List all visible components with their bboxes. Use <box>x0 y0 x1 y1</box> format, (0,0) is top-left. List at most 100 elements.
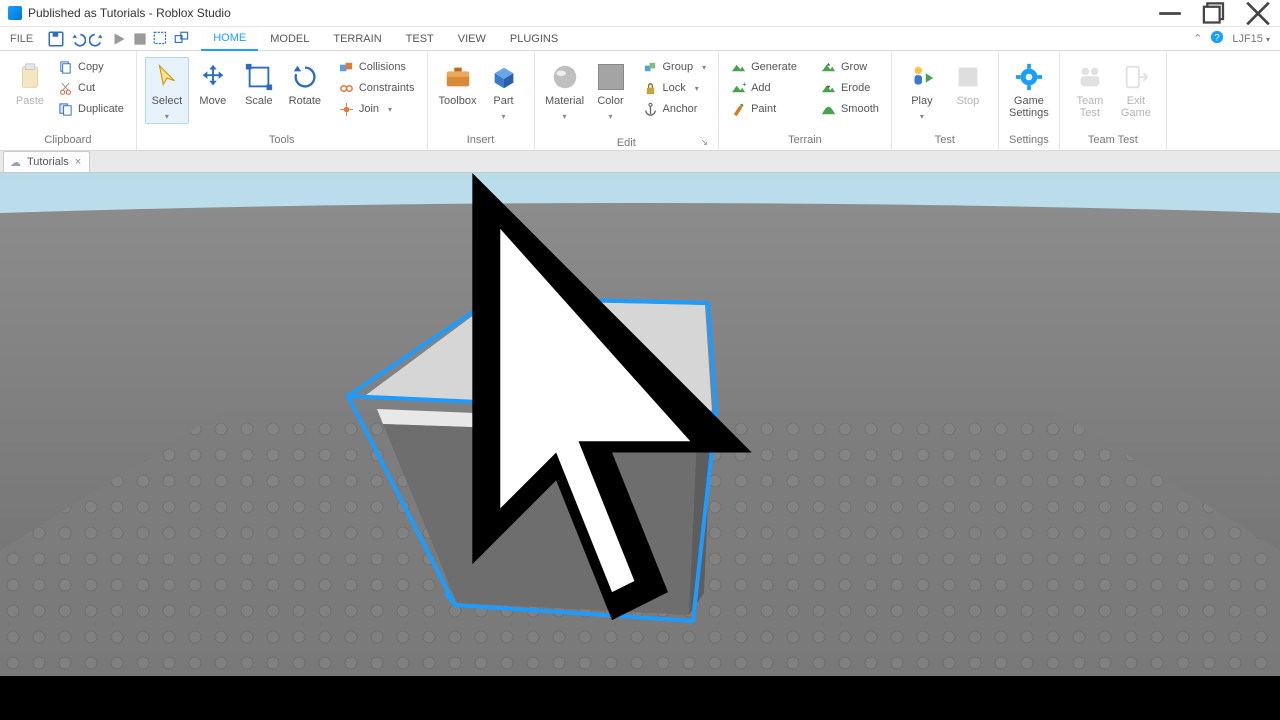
qat-group-icon[interactable] <box>173 30 191 48</box>
color-button[interactable]: Color ▾ <box>589 57 633 124</box>
close-button[interactable] <box>1236 0 1280 27</box>
move-icon <box>198 62 228 92</box>
group-label-settings: Settings <box>1007 132 1051 148</box>
help-icon[interactable]: ? <box>1210 30 1224 47</box>
qat-redo-icon[interactable] <box>89 30 107 48</box>
scale-label: Scale <box>245 96 273 108</box>
lock-label: Lock <box>663 82 686 94</box>
rotate-icon <box>290 62 320 92</box>
group-label-clipboard: Clipboard <box>8 132 128 148</box>
move-button[interactable]: Move <box>191 57 235 111</box>
grow-icon <box>821 60 836 75</box>
smooth-icon <box>821 102 836 117</box>
user-label: LJF15 <box>1232 33 1263 45</box>
menubar: FILE HOME MODEL TERRAIN TEST VIEW PLUGIN… <box>0 27 1280 51</box>
edit-launcher-icon[interactable]: ↘ <box>543 137 711 148</box>
game-settings-button[interactable]: GameSettings <box>1007 57 1051 122</box>
group-icon <box>643 60 658 75</box>
color-label: Color <box>597 96 623 108</box>
group-label-test: Test <box>900 132 990 148</box>
ribbon: Paste Copy Cut Duplicate <box>0 51 1280 151</box>
qat-stop-icon[interactable] <box>131 30 149 48</box>
anchor-icon <box>643 102 658 117</box>
window-title: Published as Tutorials - Roblox Studio <box>28 6 231 20</box>
ribbon-group-terrain: Generate +Add Paint Grow Erode Smooth Te… <box>719 51 892 150</box>
join-button[interactable]: Join <box>335 99 419 119</box>
cut-button[interactable]: Cut <box>54 78 128 98</box>
qat-save-icon[interactable] <box>47 30 65 48</box>
close-tab-icon[interactable]: × <box>75 156 81 168</box>
join-icon <box>339 102 354 117</box>
game-settings-label-2: Settings <box>1009 107 1049 119</box>
svg-text:+: + <box>742 81 746 89</box>
qat-play-icon[interactable] <box>110 30 128 48</box>
collapse-ribbon-icon[interactable]: ⌃ <box>1193 32 1202 45</box>
constraints-label: Constraints <box>359 82 415 94</box>
duplicate-button[interactable]: Duplicate <box>54 99 128 119</box>
constraints-icon <box>339 81 354 96</box>
viewport-3d[interactable] <box>0 173 1280 676</box>
select-label: Select <box>152 96 183 108</box>
erode-label: Erode <box>841 82 870 94</box>
qat-undo-icon[interactable] <box>68 30 86 48</box>
paste-button[interactable]: Paste <box>8 57 52 111</box>
part-button[interactable]: Part ▾ <box>482 57 526 124</box>
tab-model[interactable]: MODEL <box>258 27 321 50</box>
ribbon-group-insert: Toolbox Part ▾ Insert <box>428 51 535 150</box>
duplicate-icon <box>58 102 73 117</box>
stop-button[interactable]: Stop <box>946 57 990 111</box>
paste-icon <box>15 62 45 92</box>
toolbox-label: Toolbox <box>439 96 477 108</box>
document-tab[interactable]: ☁ Tutorials × <box>3 151 90 172</box>
paint-button[interactable]: Paint <box>727 99 801 119</box>
tab-terrain[interactable]: TERRAIN <box>321 27 393 50</box>
maximize-button[interactable] <box>1192 0 1236 27</box>
ribbon-group-tools: Select ▾ Move Scale Rotate <box>137 51 428 150</box>
grow-button[interactable]: Grow <box>817 57 883 77</box>
qat-select-icon[interactable] <box>152 30 170 48</box>
erode-icon <box>821 81 836 96</box>
cut-icon <box>58 81 73 96</box>
minimize-button[interactable] <box>1148 0 1192 27</box>
document-tab-label: Tutorials <box>27 156 69 168</box>
tab-test[interactable]: TEST <box>394 27 446 50</box>
erode-button[interactable]: Erode <box>817 78 883 98</box>
tab-plugins[interactable]: PLUGINS <box>498 27 570 50</box>
select-button[interactable]: Select ▾ <box>145 57 189 124</box>
toolbox-button[interactable]: Toolbox <box>436 57 480 111</box>
scale-icon <box>244 62 274 92</box>
smooth-label: Smooth <box>841 103 879 115</box>
select-icon <box>152 62 182 92</box>
tab-view[interactable]: VIEW <box>446 27 498 50</box>
user-menu[interactable]: LJF15 ▾ <box>1232 33 1270 45</box>
file-menu[interactable]: FILE <box>0 27 43 50</box>
mouse-cursor-icon <box>0 173 1280 676</box>
team-test-button[interactable]: TeamTest <box>1068 57 1112 122</box>
lock-button[interactable]: Lock <box>639 78 711 98</box>
anchor-button[interactable]: Anchor <box>639 99 711 119</box>
play-icon <box>907 62 937 92</box>
cut-label: Cut <box>78 82 95 94</box>
exit-game-button[interactable]: ExitGame <box>1114 57 1158 122</box>
tab-home[interactable]: HOME <box>201 27 258 51</box>
anchor-label: Anchor <box>663 103 698 115</box>
quick-access-toolbar <box>43 30 195 48</box>
group-button[interactable]: Group <box>639 57 711 77</box>
collisions-button[interactable]: Collisions <box>335 57 419 77</box>
duplicate-label: Duplicate <box>78 103 124 115</box>
team-test-icon <box>1075 62 1105 92</box>
copy-button[interactable]: Copy <box>54 57 128 77</box>
constraints-button[interactable]: Constraints <box>335 78 419 98</box>
scale-button[interactable]: Scale <box>237 57 281 111</box>
rotate-button[interactable]: Rotate <box>283 57 327 111</box>
play-button[interactable]: Play ▾ <box>900 57 944 124</box>
generate-button[interactable]: Generate <box>727 57 801 77</box>
play-label: Play <box>911 96 932 108</box>
ribbon-tabs: HOME MODEL TERRAIN TEST VIEW PLUGINS <box>201 27 570 50</box>
material-button[interactable]: Material ▾ <box>543 57 587 124</box>
smooth-button[interactable]: Smooth <box>817 99 883 119</box>
part-icon <box>489 62 519 92</box>
add-button[interactable]: +Add <box>727 78 801 98</box>
lock-icon <box>643 81 658 96</box>
generate-icon <box>731 60 746 75</box>
